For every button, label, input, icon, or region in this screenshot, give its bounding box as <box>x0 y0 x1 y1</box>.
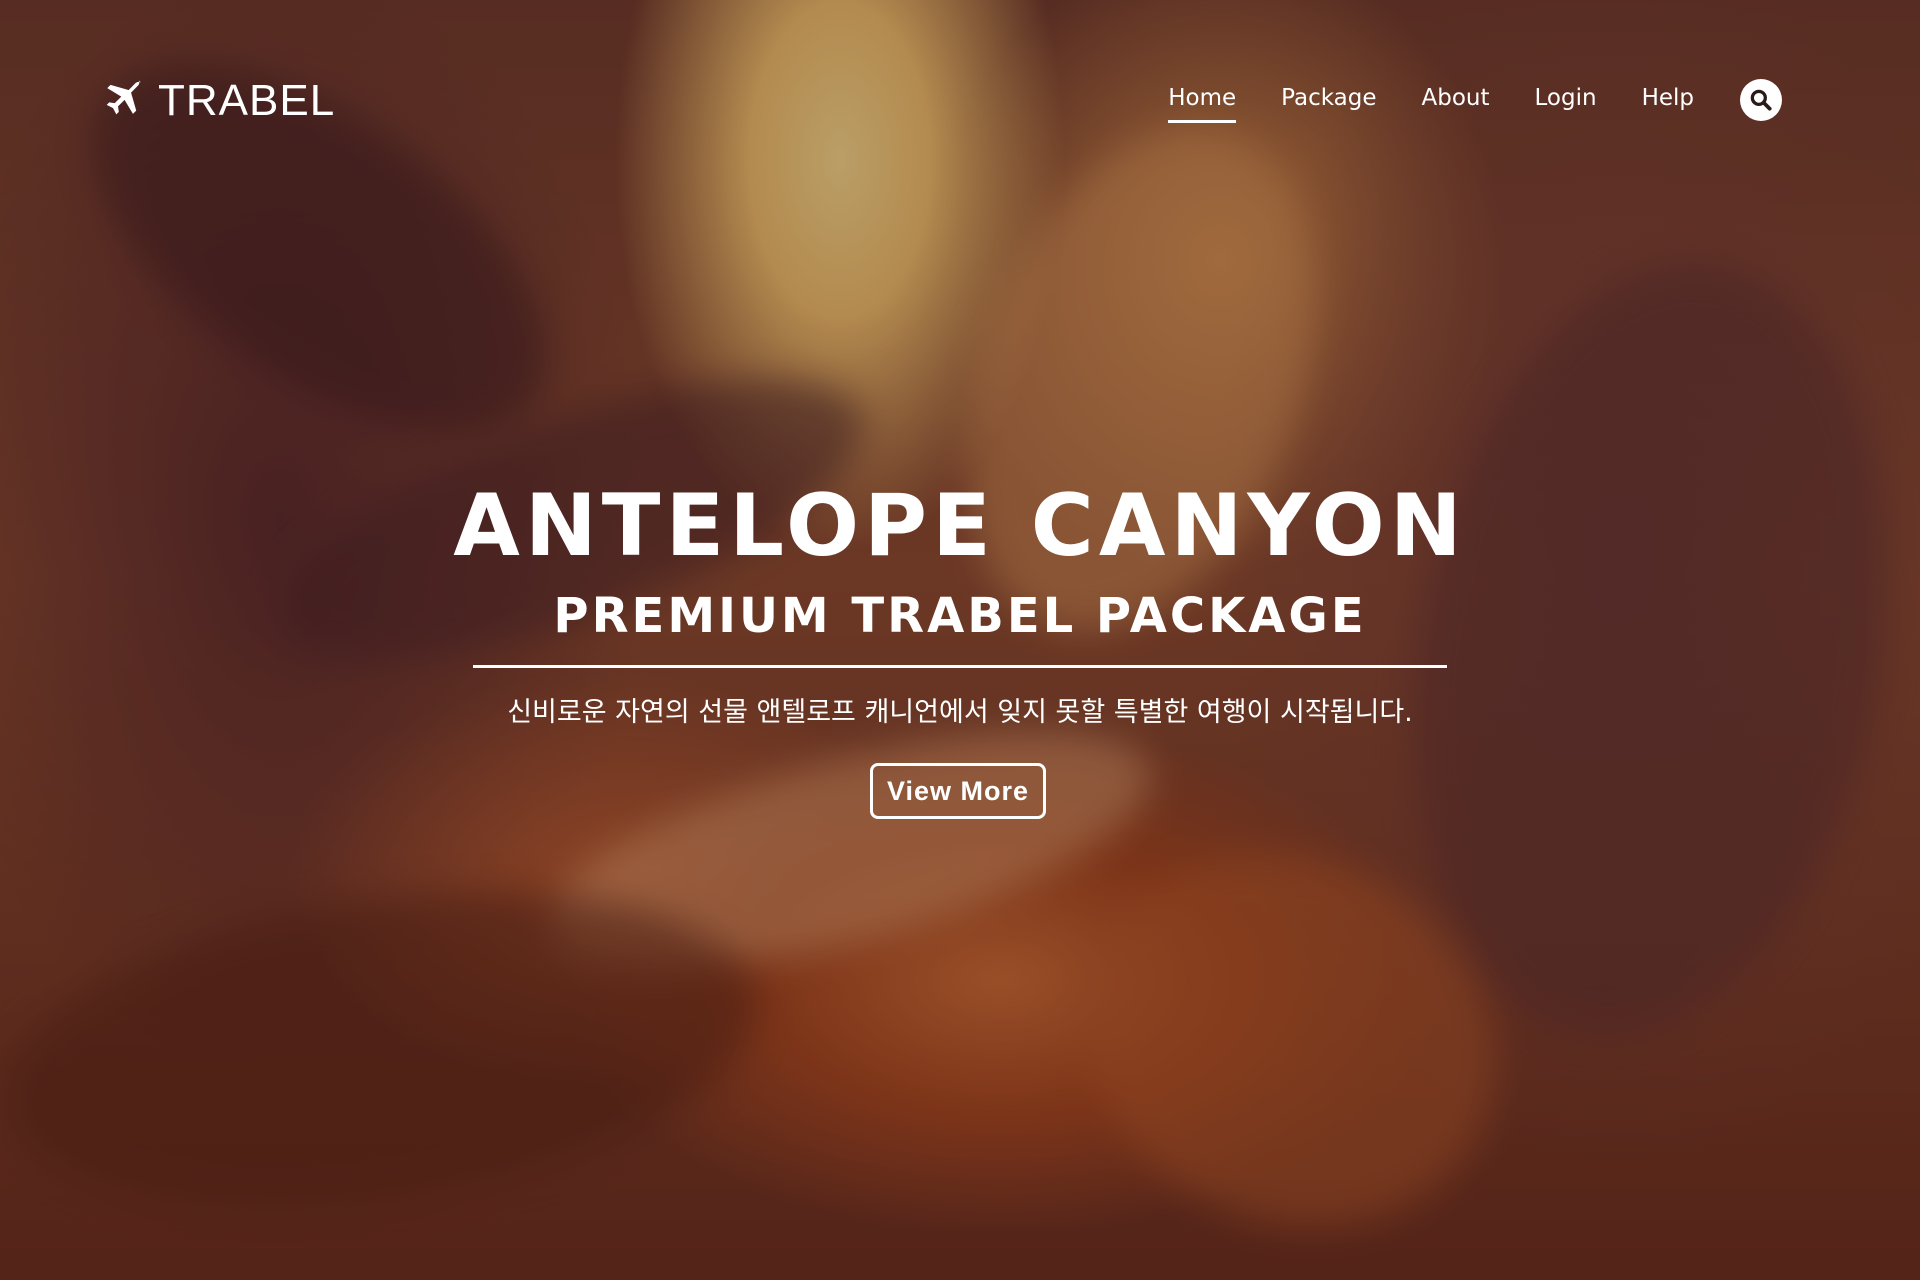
nav-item-login[interactable]: Login <box>1535 84 1597 123</box>
hero-background: TRABEL Home Package About Login Help ANT… <box>0 0 1920 1280</box>
nav-item-about[interactable]: About <box>1421 84 1489 123</box>
main-nav: Home Package About Login Help <box>1123 78 1782 123</box>
hero-subtitle: PREMIUM TRABEL PACKAGE <box>553 588 1367 644</box>
view-more-button[interactable]: View More <box>870 763 1046 819</box>
search-button[interactable] <box>1740 78 1782 121</box>
nav-item-package[interactable]: Package <box>1281 84 1376 123</box>
brand-name: TRABEL <box>158 76 336 125</box>
hero-title: ANTELOPE CANYON <box>453 476 1467 576</box>
nav-item-home[interactable]: Home <box>1168 84 1237 123</box>
hero-tagline: 신비로운 자연의 선물 앤텔로프 캐니언에서 잊지 못할 특별한 여행이 시작됩… <box>507 697 1413 728</box>
top-navigation-bar: TRABEL Home Package About Login Help <box>0 0 1920 200</box>
brand-logo[interactable]: TRABEL <box>100 78 335 124</box>
search-icon <box>1750 89 1772 111</box>
airplane-icon <box>106 79 142 115</box>
hero-divider <box>473 665 1447 668</box>
nav-item-help[interactable]: Help <box>1642 84 1694 123</box>
